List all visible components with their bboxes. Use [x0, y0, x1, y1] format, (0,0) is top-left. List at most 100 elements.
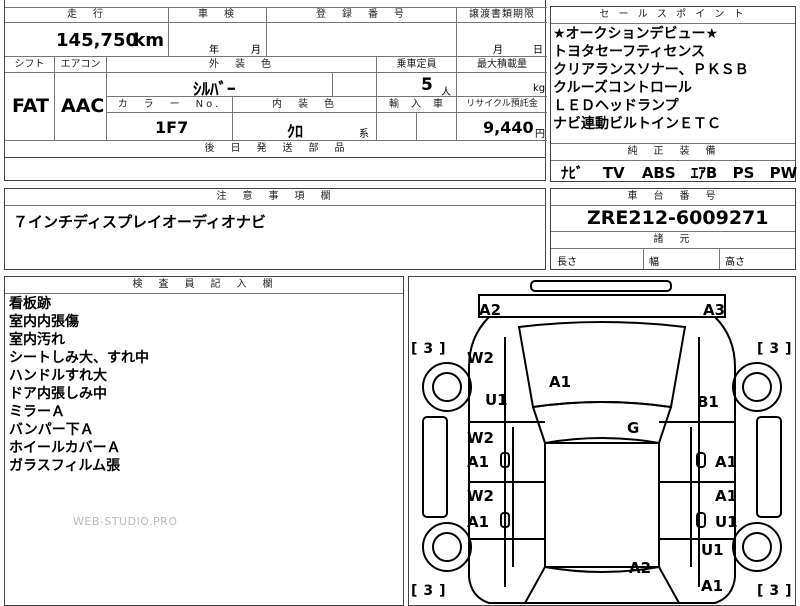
inspection-year-unit: 年 [209, 45, 219, 56]
max-load-header: 最大積載量 [457, 57, 547, 73]
chassis-header: 車 台 番 号 [551, 189, 795, 206]
mark-front-left-corner: A2 [479, 301, 502, 319]
sales-points-list: ★オークションデビュー★ トヨタセーフティセンス クリアランスソナー、ＰＫＳＢ … [553, 25, 749, 133]
width-label: 幅 [649, 257, 659, 268]
inspector-line: 室内汚れ [9, 332, 65, 348]
transfer-cell: 月 日 [457, 23, 547, 57]
mileage-unit: km [133, 30, 164, 51]
sales-point-item: トヨタセーフティセンス [553, 44, 706, 60]
sales-point-item: クルーズコントロール [553, 80, 692, 96]
mark-roof: G [627, 419, 640, 437]
notes-header: 注 意 事 項 欄 [5, 189, 545, 206]
inspector-line: ガラスフィルム張 [9, 458, 121, 474]
mark-right-front-door: A1 [715, 453, 738, 471]
registration-header: 登 録 番 号 [267, 7, 457, 23]
height-label: 高さ [725, 257, 745, 268]
mark-left-fender: W2 [467, 349, 494, 367]
inspector-lines: 看板跡 室内内張傷 室内汚れ シートしみ大、すれ中 ハンドルすれ大 ドア内張しみ… [9, 295, 149, 475]
recycle-header: リサイクル預託金 [457, 97, 547, 113]
genuine-item: ｴｱB [690, 164, 718, 182]
sales-point-item: クリアランスソナー、ＰＫＳＢ [553, 62, 749, 78]
mark-right-rear-quarter: U1 [701, 541, 724, 559]
mark-left-fender-2: U1 [485, 391, 508, 409]
exterior-color-header: 外 装 色 [107, 57, 377, 73]
sales-point-item: ★オークションデビュー★ [553, 26, 719, 42]
inspector-line: ドア内張しみ中 [9, 386, 107, 402]
color-no-value: 1F7 [155, 118, 189, 137]
inspection-month-unit: 月 [251, 45, 261, 56]
mileage-cell: 145,750 km [5, 23, 169, 57]
recycle-cell: 9,440 円 [457, 113, 547, 141]
inspector-line: 室内内張傷 [9, 314, 79, 330]
mark-left-rear-door-1: W2 [467, 487, 494, 505]
tire-right-top: [3] [757, 341, 798, 357]
import-cell-2 [417, 113, 457, 141]
mark-left-front-door-2: A1 [467, 453, 490, 471]
inspector-line: 看板跡 [9, 296, 51, 312]
sales-points-header: セ ー ル ス ポ イ ン ト [551, 7, 795, 24]
tire-right-bottom: [3] [757, 583, 798, 599]
inspector-line: バンパー下Ａ [9, 422, 94, 438]
genuine-item: PS [732, 164, 755, 182]
inspection-cell: 年 月 [169, 23, 267, 57]
car-diagram-box: [3] [3] [3] [3] A2 A3 W2 U1 A1 B1 G W2 A… [408, 276, 796, 606]
max-load-cell: kg [457, 73, 547, 97]
interior-color-header: 内 装 色 [233, 97, 377, 113]
genuine-item: PW [769, 164, 798, 182]
notes-text: ７インチディスプレイオーディオナビ [13, 213, 266, 231]
later-parts-header: 後 日 発 送 部 品 [204, 143, 348, 154]
genuine-items: ﾅﾋﾞ TV ABS ｴｱB PS PW [561, 162, 797, 183]
top-info-table: 走 行 車 検 登 録 番 号 譲渡書類期限 145,750 km 年 月 月 … [4, 0, 547, 158]
genuine-item: ﾅﾋﾞ [561, 164, 584, 182]
inspector-line: ホイールカバーＡ [9, 440, 121, 456]
color-no-header: カ ラ ー No. [107, 97, 233, 113]
interior-suffix: 系 [359, 129, 369, 140]
aircon-value: AAC [61, 95, 105, 117]
import-cell [377, 113, 417, 141]
inspector-line: ハンドルすれ大 [9, 368, 107, 384]
exterior-color-extra [333, 73, 377, 97]
transfer-month-unit: 月 [493, 45, 503, 56]
mark-trunk: A2 [629, 559, 652, 577]
import-header: 輸 入 車 [377, 97, 457, 113]
tire-left-top: [3] [411, 341, 452, 357]
mark-right-fender: B1 [697, 393, 719, 411]
inspector-line: ミラーＡ [9, 404, 65, 420]
capacity-cell: 5 人 [377, 73, 457, 98]
sales-point-item: ＬＥＤヘッドランプ [553, 98, 679, 114]
mark-hood: A1 [549, 373, 572, 391]
mark-front-right-corner: A3 [703, 301, 726, 319]
later-parts-row [4, 157, 546, 181]
shift-header: シフト [5, 57, 55, 73]
notes-box: 注 意 事 項 欄 ７インチディスプレイオーディオナビ [4, 188, 546, 270]
exterior-color-cell: ｼﾙﾊﾞｰ [107, 73, 333, 100]
mileage-header: 走 行 [5, 7, 169, 23]
tire-left-bottom: [3] [411, 583, 452, 599]
mark-rear-right: A1 [701, 577, 724, 595]
genuine-header: 純 正 装 備 [551, 143, 795, 161]
shift-value: FAT [12, 95, 49, 117]
inspector-box: 検 査 員 記 入 欄 看板跡 室内内張傷 室内汚れ シートしみ大、すれ中 ハン… [4, 276, 404, 606]
mark-right-rear-door-2: U1 [715, 513, 738, 531]
genuine-item: ABS [641, 164, 676, 182]
capacity-header: 乗車定員 [377, 57, 457, 73]
transfer-header: 譲渡書類期限 [457, 7, 547, 23]
chassis-value: ZRE212-6009271 [587, 207, 769, 229]
dims-header: 諸 元 [551, 231, 795, 249]
recycle-unit: 円 [535, 129, 545, 140]
mileage-value: 145,750 [56, 30, 138, 51]
aircon-cell: AAC [55, 73, 107, 141]
interior-color-cell: ｸﾛ 系 [233, 113, 377, 141]
chassis-box: 車 台 番 号 ZRE212-6009271 諸 元 長さ 幅 高さ [550, 188, 796, 270]
aircon-header: エアコン [55, 57, 107, 73]
sales-point-item: ナビ連動ビルトインＥＴＣ [553, 116, 721, 132]
sales-points-box: セ ー ル ス ポ イ ン ト ★オークションデビュー★ トヨタセーフティセンス… [550, 6, 797, 183]
genuine-item: TV [602, 164, 625, 182]
inspection-header: 車 検 [169, 7, 267, 23]
mark-right-rear-door-1: A1 [715, 487, 738, 505]
watermark: WEB-STUDIO.PRO [73, 515, 178, 528]
inspector-line: シートしみ大、すれ中 [9, 350, 149, 366]
color-no-cell: 1F7 [107, 113, 233, 141]
max-load-unit: kg [533, 83, 546, 94]
mark-left-rear-door-2: A1 [467, 513, 490, 531]
